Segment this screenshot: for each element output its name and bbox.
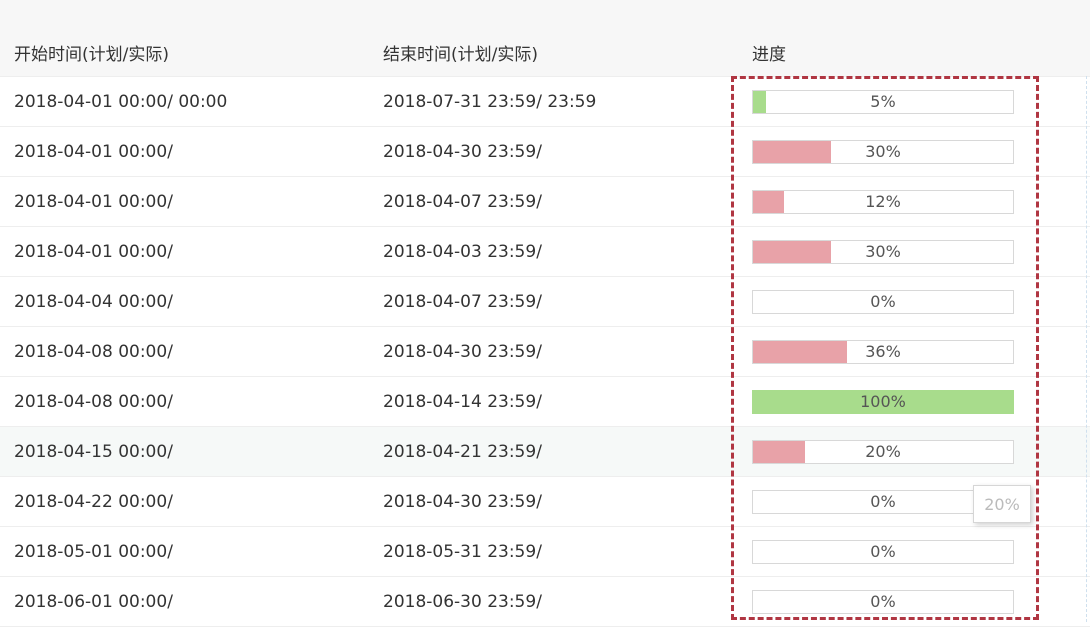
table-row[interactable]: 2018-06-01 00:00/2018-06-30 23:59/0% [0,577,1090,627]
progress-cell: 30% [752,127,1014,176]
progress-bar[interactable]: 30% [752,239,1014,264]
progress-bar[interactable]: 0% [752,539,1014,564]
end-time-cell: 2018-04-07 23:59/ [383,191,542,212]
table-row[interactable]: 2018-04-15 00:00/2018-04-21 23:59/20% [0,427,1090,477]
progress-cell: 12% [752,177,1014,226]
toolbar-strip [0,0,1090,28]
progress-cell: 36% [752,327,1014,376]
progress-cell: 5% [752,77,1014,126]
end-time-cell: 2018-07-31 23:59/ 23:59 [383,91,597,112]
table-header: 开始时间(计划/实际) 结束时间(计划/实际) 进度 [0,28,1090,77]
end-time-cell: 2018-04-30 23:59/ [383,141,542,162]
end-time-cell: 2018-04-14 23:59/ [383,391,542,412]
progress-bar[interactable]: 36% [752,339,1014,364]
end-time-cell: 2018-04-07 23:59/ [383,291,542,312]
start-time-cell: 2018-06-01 00:00/ [14,591,173,612]
task-table: 开始时间(计划/实际) 结束时间(计划/实际) 进度 2018-04-01 00… [0,28,1090,627]
progress-bar[interactable]: 12% [752,189,1014,214]
column-divider [1086,76,1087,622]
progress-bar[interactable]: 20% [752,439,1014,464]
start-time-cell: 2018-04-08 00:00/ [14,341,173,362]
progress-label: 100% [860,392,906,411]
progress-label: 0% [870,542,896,561]
start-time-cell: 2018-04-08 00:00/ [14,391,173,412]
progress-label: 20% [865,442,901,461]
progress-label: 0% [870,492,896,511]
progress-label: 0% [870,292,896,311]
progress-cell: 30% [752,227,1014,276]
table-row[interactable]: 2018-05-01 00:00/2018-05-31 23:59/0% [0,527,1090,577]
table-row[interactable]: 2018-04-22 00:00/2018-04-30 23:59/0% [0,477,1090,527]
start-time-cell: 2018-05-01 00:00/ [14,541,173,562]
start-time-cell: 2018-04-01 00:00/ [14,141,173,162]
progress-fill [753,340,847,363]
table-row[interactable]: 2018-04-01 00:00/2018-04-07 23:59/12% [0,177,1090,227]
table-row[interactable]: 2018-04-01 00:00/2018-04-30 23:59/30% [0,127,1090,177]
progress-bar[interactable]: 5% [752,89,1014,114]
progress-fill [753,140,831,163]
progress-fill [753,190,785,213]
progress-label: 12% [865,192,901,211]
progress-cell: 0% [752,577,1014,626]
header-start-time[interactable]: 开始时间(计划/实际) [14,28,169,76]
progress-bar[interactable]: 30% [752,139,1014,164]
progress-fill [753,240,831,263]
start-time-cell: 2018-04-01 00:00/ [14,191,173,212]
table-row[interactable]: 2018-04-01 00:00/ 00:00 2018-07-31 23:59/… [0,77,1090,127]
end-time-cell: 2018-04-30 23:59/ [383,341,542,362]
progress-fill [753,90,766,113]
progress-cell: 100% [752,377,1014,426]
progress-cell: 0% [752,527,1014,576]
progress-label: 30% [865,242,901,261]
end-time-cell: 2018-04-30 23:59/ [383,491,542,512]
start-time-cell: 2018-04-01 00:00/ [14,241,173,262]
table-row[interactable]: 2018-04-01 00:00/2018-04-03 23:59/30% [0,227,1090,277]
header-end-time[interactable]: 结束时间(计划/实际) [383,28,538,76]
progress-bar[interactable]: 0% [752,589,1014,614]
start-time-cell: 2018-04-04 00:00/ [14,291,173,312]
progress-cell: 0% [752,277,1014,326]
progress-bar[interactable]: 0% [752,289,1014,314]
start-time-cell: 2018-04-01 00:00/ 00:00 [14,91,228,112]
end-time-cell: 2018-04-03 23:59/ [383,241,542,262]
progress-label: 36% [865,342,901,361]
start-time-cell: 2018-04-22 00:00/ [14,491,173,512]
progress-fill [753,440,805,463]
progress-label: 0% [870,592,896,611]
progress-cell: 20% [752,427,1014,476]
end-time-cell: 2018-04-21 23:59/ [383,441,542,462]
table-row[interactable]: 2018-04-04 00:00/2018-04-07 23:59/0% [0,277,1090,327]
start-time-cell: 2018-04-15 00:00/ [14,441,173,462]
table-row[interactable]: 2018-04-08 00:00/2018-04-14 23:59/100% [0,377,1090,427]
end-time-cell: 2018-05-31 23:59/ [383,541,542,562]
progress-label: 5% [870,92,896,111]
header-progress[interactable]: 进度 [752,28,786,76]
progress-tooltip: 20% [973,485,1031,523]
progress-bar[interactable]: 100% [752,389,1014,414]
table-row[interactable]: 2018-04-08 00:00/2018-04-30 23:59/36% [0,327,1090,377]
end-time-cell: 2018-06-30 23:59/ [383,591,542,612]
progress-label: 30% [865,142,901,161]
table-body: 2018-04-01 00:00/ 00:00 2018-07-31 23:59/… [0,77,1090,627]
